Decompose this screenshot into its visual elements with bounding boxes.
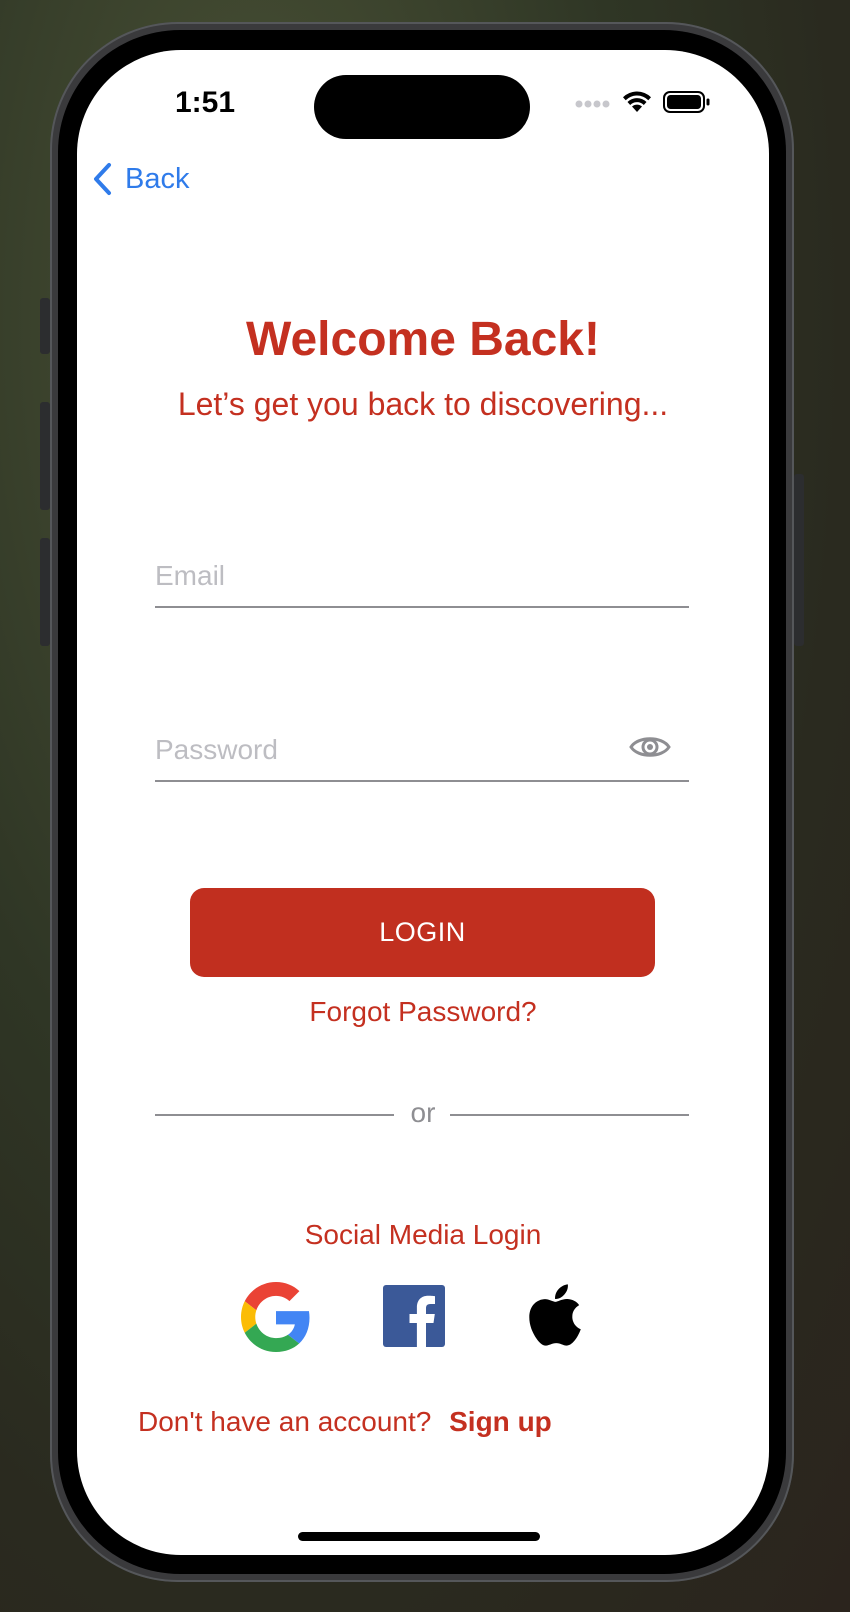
email-field[interactable] [155,548,605,604]
forgot-password-link[interactable]: Forgot Password? [77,996,769,1028]
power-button [794,474,804,646]
home-indicator[interactable] [298,1532,540,1541]
app-screen: 1:51 Back Welcome Back! Let’s get you ba… [77,50,769,1555]
page-title: Welcome Back! [246,313,600,366]
social-login-label: Social Media Login [304,1219,542,1250]
action-button [40,298,50,354]
status-time: 1:51 [175,86,236,119]
wifi-icon [623,91,651,112]
page-subtitle: Let’s get you back to discovering... [177,386,669,422]
facebook-icon[interactable] [383,1285,445,1347]
email-field-container [155,548,689,608]
signup-row: Don't have an account? Sign up [138,1406,552,1438]
apple-icon[interactable] [527,1280,583,1350]
dynamic-island [314,75,530,139]
back-label: Back [125,162,190,195]
battery-icon [663,91,710,113]
signup-link[interactable]: Sign up [449,1406,552,1437]
signup-prompt: Don't have an account? [138,1406,432,1437]
status-icons [575,90,711,114]
password-field[interactable] [155,722,605,778]
or-divider-text: or [410,1097,436,1128]
volume-down-button [40,538,50,646]
volume-up-button [40,402,50,510]
password-field-container [155,722,689,782]
eye-icon[interactable] [629,732,671,762]
divider-right [450,1114,689,1116]
chevron-left-icon [94,163,111,195]
google-icon[interactable] [241,1282,311,1352]
login-button[interactable]: LOGIN [190,888,655,977]
back-button[interactable]: Back [91,162,189,196]
signal-dots-icon [575,100,610,108]
